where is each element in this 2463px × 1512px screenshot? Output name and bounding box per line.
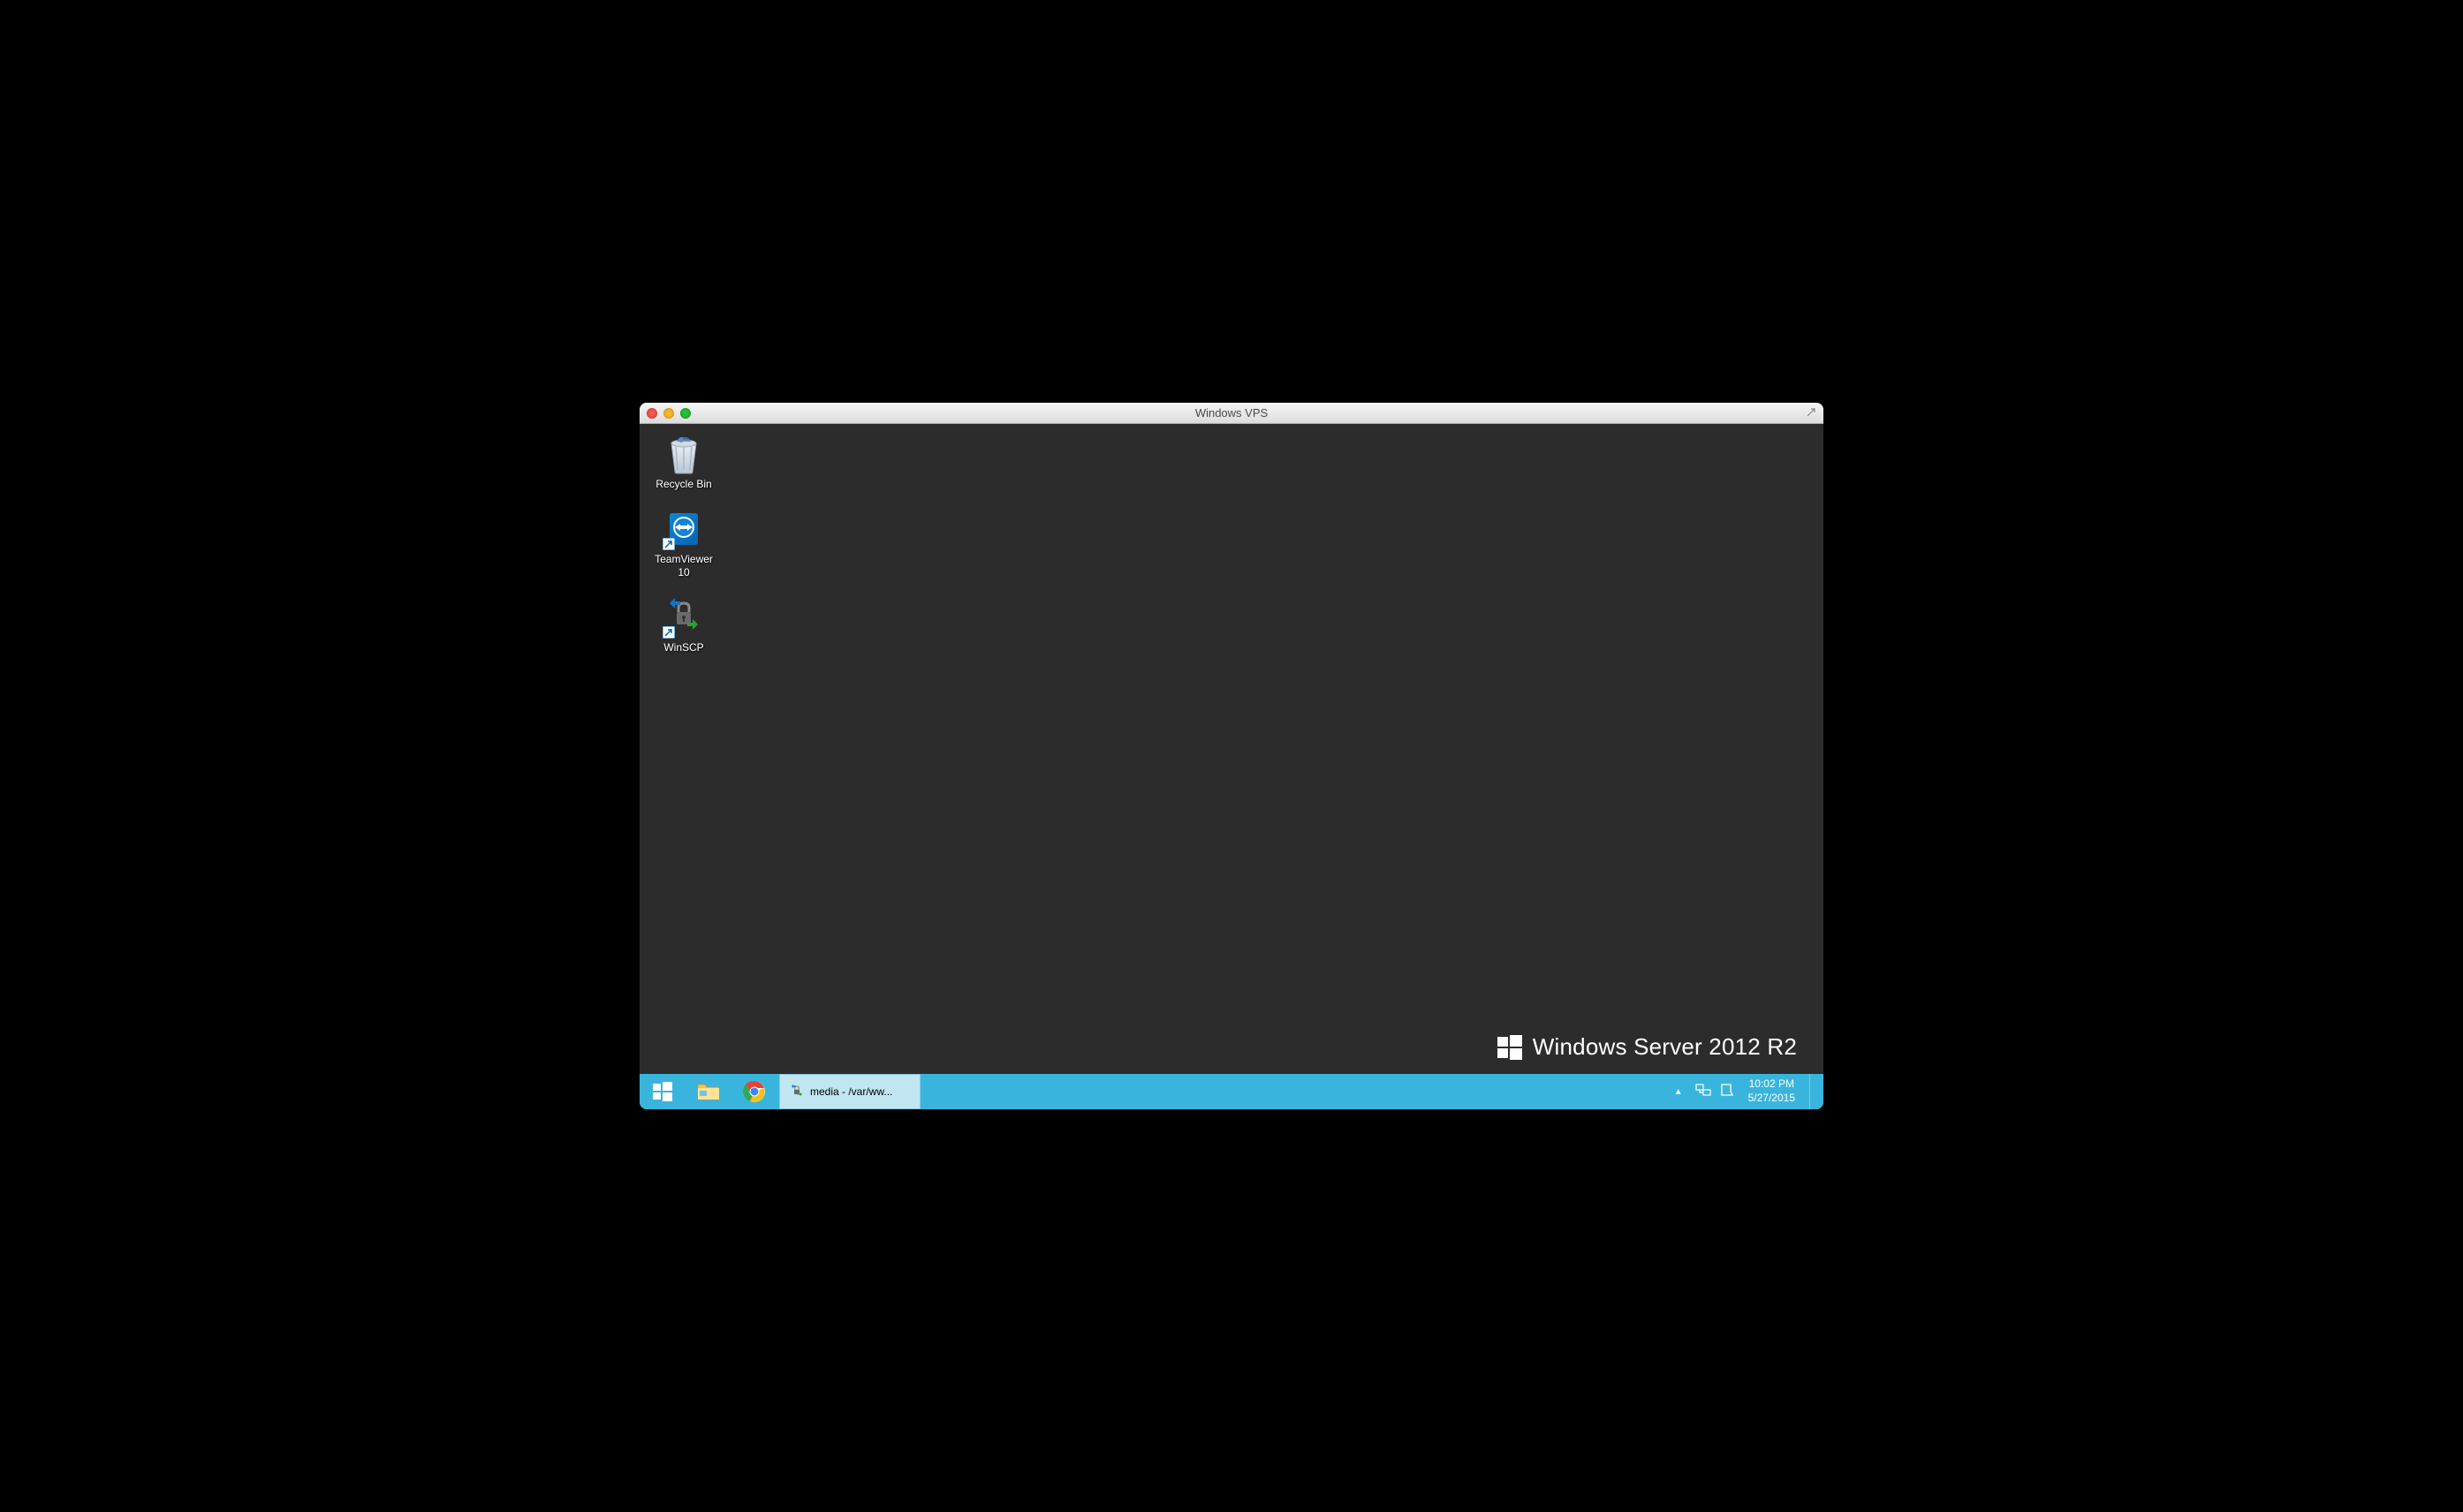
close-button[interactable] (647, 408, 657, 419)
chrome-button[interactable] (731, 1074, 777, 1109)
shortcut-arrow-icon (663, 626, 675, 639)
chrome-icon (743, 1080, 766, 1103)
desktop-icon-winscp[interactable]: WinSCP (648, 596, 719, 654)
clock-date: 5/27/2015 (1748, 1092, 1795, 1106)
action-center-tray-icon[interactable] (1720, 1083, 1734, 1101)
watermark-text: Windows Server 2012 R2 (1533, 1033, 1797, 1061)
network-tray-icon[interactable] (1695, 1083, 1711, 1101)
file-explorer-button[interactable] (686, 1074, 731, 1109)
window-title: Windows VPS (1195, 406, 1268, 420)
desktop-watermark: Windows Server 2012 R2 (1497, 1033, 1797, 1061)
desktop-icon-teamviewer[interactable]: TeamViewer 10 (648, 508, 719, 578)
mac-titlebar[interactable]: Windows VPS (640, 403, 1823, 424)
desktop-icons-area: Recycle Bin (648, 433, 719, 654)
show-desktop-button[interactable] (1809, 1074, 1816, 1109)
windows-start-icon (652, 1081, 673, 1102)
clock-time: 10:02 PM (1748, 1077, 1795, 1092)
minimize-button[interactable] (663, 408, 674, 419)
mac-window: Windows VPS (640, 403, 1823, 1109)
desktop-icon-recycle-bin[interactable]: Recycle Bin (648, 433, 719, 490)
icon-label: WinSCP (663, 641, 703, 654)
taskbar-item-winscp[interactable]: media - /var/ww... (779, 1074, 921, 1109)
icon-label: Recycle Bin (656, 478, 711, 490)
winscp-task-icon (789, 1084, 805, 1100)
expand-icon[interactable] (1806, 406, 1816, 420)
taskbar-pinned-area (640, 1074, 777, 1109)
task-label: media - /var/ww... (810, 1085, 892, 1098)
winscp-icon (663, 596, 705, 639)
taskbar-clock[interactable]: 10:02 PM 5/27/2015 (1743, 1077, 1800, 1105)
traffic-lights (647, 408, 691, 419)
maximize-button[interactable] (680, 408, 691, 419)
file-explorer-icon (696, 1081, 721, 1102)
taskbar: media - /var/ww... ▲ 10:02 (640, 1074, 1823, 1109)
taskbar-tray: ▲ 10:02 PM 5/27/2015 (1671, 1074, 1823, 1109)
tray-overflow-button[interactable]: ▲ (1671, 1087, 1686, 1097)
teamviewer-icon (663, 508, 705, 550)
windows-logo-icon (1497, 1035, 1522, 1060)
recycle-bin-icon (663, 433, 705, 475)
windows-desktop[interactable]: Recycle Bin (640, 424, 1823, 1109)
start-button[interactable] (640, 1074, 686, 1109)
shortcut-arrow-icon (663, 538, 675, 550)
icon-label: TeamViewer 10 (655, 553, 713, 578)
